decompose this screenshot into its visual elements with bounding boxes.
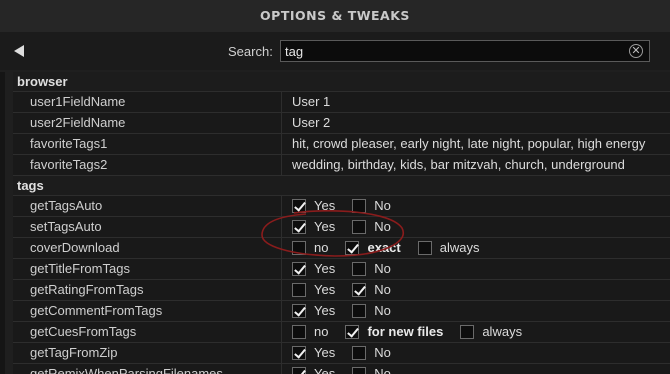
option-checkbox[interactable] <box>292 262 306 276</box>
option-name: getRatingFromTags <box>13 280 282 300</box>
left-gutter <box>0 72 5 374</box>
option-label: Yes <box>314 303 336 318</box>
option-row: user2FieldName User 2 <box>13 113 670 134</box>
option-row: getCuesFromTags no for new files always <box>13 322 670 343</box>
option-checkbox[interactable] <box>292 241 306 255</box>
option-choices: no exact always <box>282 238 670 258</box>
option-name: favoriteTags2 <box>13 155 282 175</box>
section-header-tags: tags <box>13 176 670 196</box>
option-label: No <box>374 303 391 318</box>
option-row: getRatingFromTags Yes No <box>13 280 670 301</box>
page-title: OPTIONS & TWEAKS <box>260 8 410 23</box>
title-bar: OPTIONS & TWEAKS <box>0 0 670 32</box>
option-label: no <box>314 324 329 339</box>
option-label: Yes <box>314 282 336 297</box>
search-label: Search: <box>228 44 273 59</box>
option-name: getTagFromZip <box>13 343 282 363</box>
option-row: favoriteTags2 wedding, birthday, kids, ba… <box>13 155 670 176</box>
option-name: getTitleFromTags <box>13 259 282 279</box>
option-checkbox[interactable] <box>292 367 306 374</box>
option-label: No <box>374 219 391 234</box>
option-value-field[interactable]: hit, crowd pleaser, early night, late ni… <box>282 134 670 154</box>
option-label: always <box>482 324 523 339</box>
option-name: user1FieldName <box>13 92 282 112</box>
option-checkbox[interactable] <box>292 220 306 234</box>
option-checkbox[interactable] <box>352 199 367 213</box>
option-choices: Yes No <box>282 364 670 374</box>
option-value-field[interactable]: User 2 <box>282 113 670 133</box>
option-row: getRemixWhenParsingFilenames Yes No <box>13 364 670 374</box>
search-input[interactable] <box>280 40 650 62</box>
option-name: favoriteTags1 <box>13 134 282 154</box>
option-name: setTagsAuto <box>13 217 282 237</box>
option-label: No <box>374 198 391 213</box>
clear-search-icon[interactable]: ✕ <box>629 44 643 58</box>
option-checkbox[interactable] <box>292 346 306 360</box>
option-choices: Yes No <box>282 217 670 237</box>
option-label: Yes <box>314 198 336 213</box>
back-arrow-icon[interactable] <box>14 45 24 57</box>
option-value-field[interactable]: User 1 <box>282 92 670 112</box>
option-checkbox[interactable] <box>292 325 306 339</box>
option-choices: no for new files always <box>282 322 670 342</box>
option-label: Yes <box>314 219 336 234</box>
option-checkbox[interactable] <box>292 199 306 213</box>
option-row: getTitleFromTags Yes No <box>13 259 670 280</box>
option-label: No <box>374 261 391 276</box>
option-name: getCommentFromTags <box>13 301 282 321</box>
option-label: No <box>374 366 391 374</box>
option-checkbox[interactable] <box>460 325 475 339</box>
option-choices: Yes No <box>282 280 670 300</box>
option-checkbox[interactable] <box>352 262 367 276</box>
option-row: user1FieldName User 1 <box>13 92 670 113</box>
options-list: browser user1FieldName User 1 user2FieldNa… <box>13 72 670 374</box>
option-row: setTagsAuto Yes No <box>13 217 670 238</box>
option-label: No <box>374 282 391 297</box>
option-label: exact <box>367 240 401 255</box>
option-label: Yes <box>314 366 336 374</box>
option-choices: Yes No <box>282 259 670 279</box>
option-row: coverDownload no exact always <box>13 238 670 259</box>
option-label: No <box>374 345 391 360</box>
option-row: getTagsAuto Yes No <box>13 196 670 217</box>
option-row: favoriteTags1 hit, crowd pleaser, early n… <box>13 134 670 155</box>
option-name: getTagsAuto <box>13 196 282 216</box>
option-name: coverDownload <box>13 238 282 258</box>
option-checkbox[interactable] <box>417 241 432 255</box>
option-label: always <box>439 240 480 255</box>
option-label: Yes <box>314 345 336 360</box>
section-header-browser: browser <box>13 72 670 92</box>
option-checkbox[interactable] <box>352 220 367 234</box>
option-checkbox[interactable] <box>345 241 360 255</box>
option-choices: Yes No <box>282 196 670 216</box>
option-checkbox[interactable] <box>292 304 306 318</box>
option-checkbox[interactable] <box>292 283 306 297</box>
option-label: Yes <box>314 261 336 276</box>
option-name: user2FieldName <box>13 113 282 133</box>
option-checkbox[interactable] <box>352 304 367 318</box>
option-checkbox[interactable] <box>352 283 367 297</box>
option-checkbox[interactable] <box>352 367 367 374</box>
option-checkbox[interactable] <box>352 346 367 360</box>
option-choices: Yes No <box>282 301 670 321</box>
option-label: for new files <box>367 324 444 339</box>
option-value-field[interactable]: wedding, birthday, kids, bar mitzvah, ch… <box>282 155 670 175</box>
option-choices: Yes No <box>282 343 670 363</box>
option-name: getRemixWhenParsingFilenames <box>13 364 282 374</box>
option-name: getCuesFromTags <box>13 322 282 342</box>
option-checkbox[interactable] <box>345 325 360 339</box>
option-row: getTagFromZip Yes No <box>13 343 670 364</box>
option-label: no <box>314 240 329 255</box>
option-row: getCommentFromTags Yes No <box>13 301 670 322</box>
